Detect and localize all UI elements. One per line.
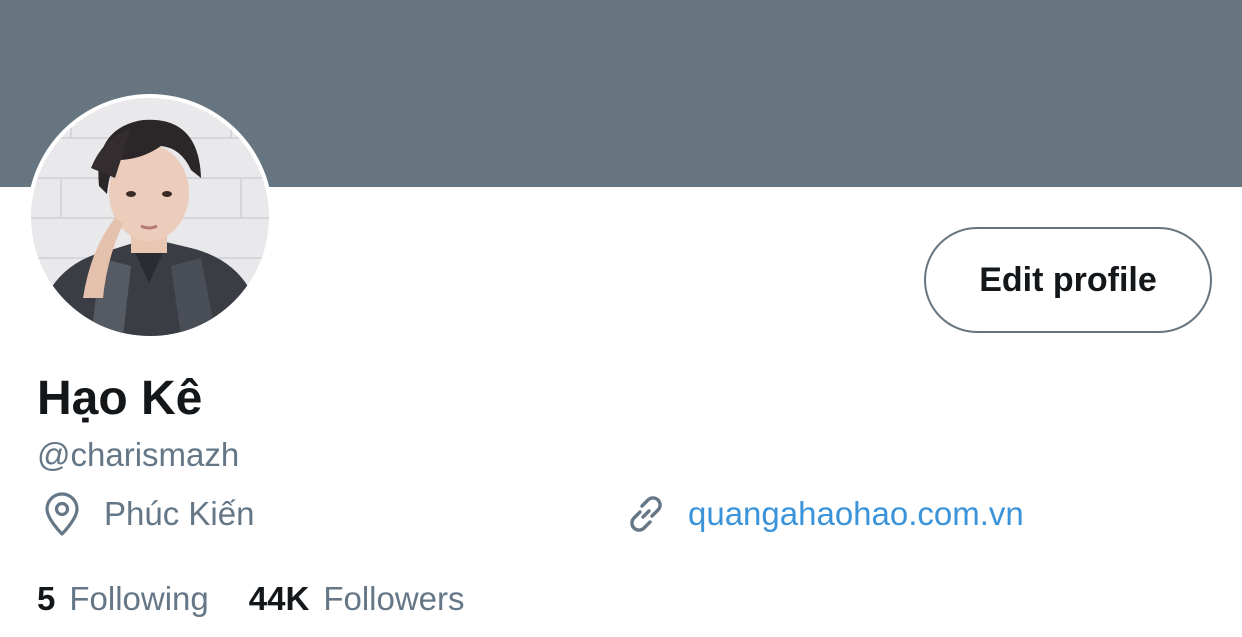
website-link[interactable]: quangahaohao.com.vn [688,490,1024,538]
profile-website[interactable]: quangahaohao.com.vn [622,490,1024,538]
followers-count: 44K [248,580,310,617]
followers-stat[interactable]: 44K Followers [249,576,465,622]
location-text: Phúc Kiến [104,495,255,532]
following-label: Following [69,580,209,617]
following-stat[interactable]: 5 Following [37,576,209,622]
link-icon [622,490,670,538]
profile-name: Hạo Kê [37,372,203,425]
profile-stats: 5 Following 44K Followers [37,576,465,622]
followers-label: Followers [323,580,465,617]
following-count: 5 [37,580,56,617]
profile-handle: @charismazh [37,436,240,473]
edit-profile-button[interactable]: Edit profile [924,227,1212,333]
avatar[interactable] [27,94,273,340]
profile-location: Phúc Kiến [38,490,254,538]
avatar-photo [31,98,269,336]
map-pin-icon [38,490,86,538]
